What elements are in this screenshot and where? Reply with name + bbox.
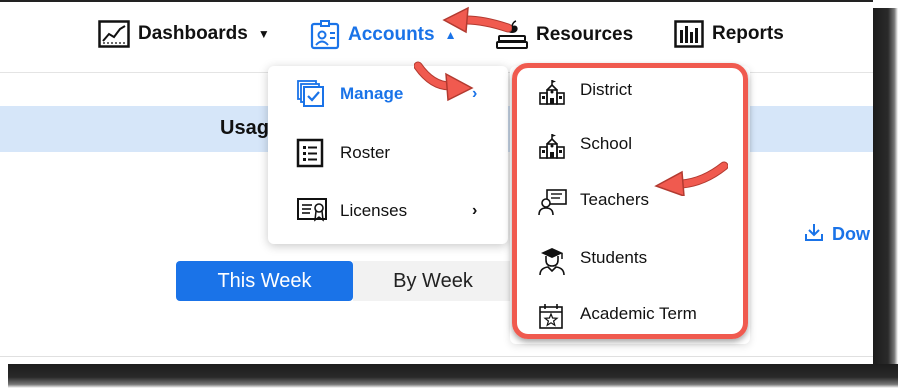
window-shadow [873,8,898,388]
toggle-by-week[interactable]: By Week [353,261,513,301]
checklist-icon [296,138,324,173]
toggle-this-week[interactable]: This Week [176,261,353,301]
bar-chart-icon [674,20,704,48]
menu-item-label: Manage [340,84,404,103]
copy-check-icon [296,79,326,114]
annotation-arrow-icon [414,61,474,102]
annotation-arrow-icon [442,6,512,34]
nav-dashboards[interactable]: Dashboards ▼ [98,20,270,48]
window-shadow [8,364,898,388]
nav-reports[interactable]: Reports [674,20,784,48]
annotation-arrow-icon [654,161,728,196]
chevron-right-icon: › [472,202,478,219]
download-icon [804,222,824,247]
certificate-icon [296,196,328,229]
nav-accounts[interactable]: Accounts ▲ [310,20,456,50]
section-title: Usag [220,117,269,139]
menu-item-roster[interactable]: Roster [268,128,508,178]
download-link[interactable]: Dow [804,222,870,247]
app-window: Dashboards ▼ Accounts ▲ Resources Report… [0,0,873,364]
nav-resources[interactable]: Resources [496,20,633,50]
nav-label: Accounts [348,24,435,45]
menu-item-label: Licenses [340,201,408,220]
submenu-highlight-box [512,63,748,339]
divider [0,356,873,357]
nav-label: Dashboards [138,23,248,44]
download-label: Dow [832,224,870,244]
nav-label: Reports [712,23,784,44]
nav-label: Resources [536,24,634,45]
menu-item-licenses[interactable]: Licenses › [268,186,508,236]
menu-item-label: Roster [340,143,391,162]
chart-line-icon [98,20,130,48]
chevron-down-icon: ▼ [257,27,270,41]
account-card-icon [310,20,340,50]
